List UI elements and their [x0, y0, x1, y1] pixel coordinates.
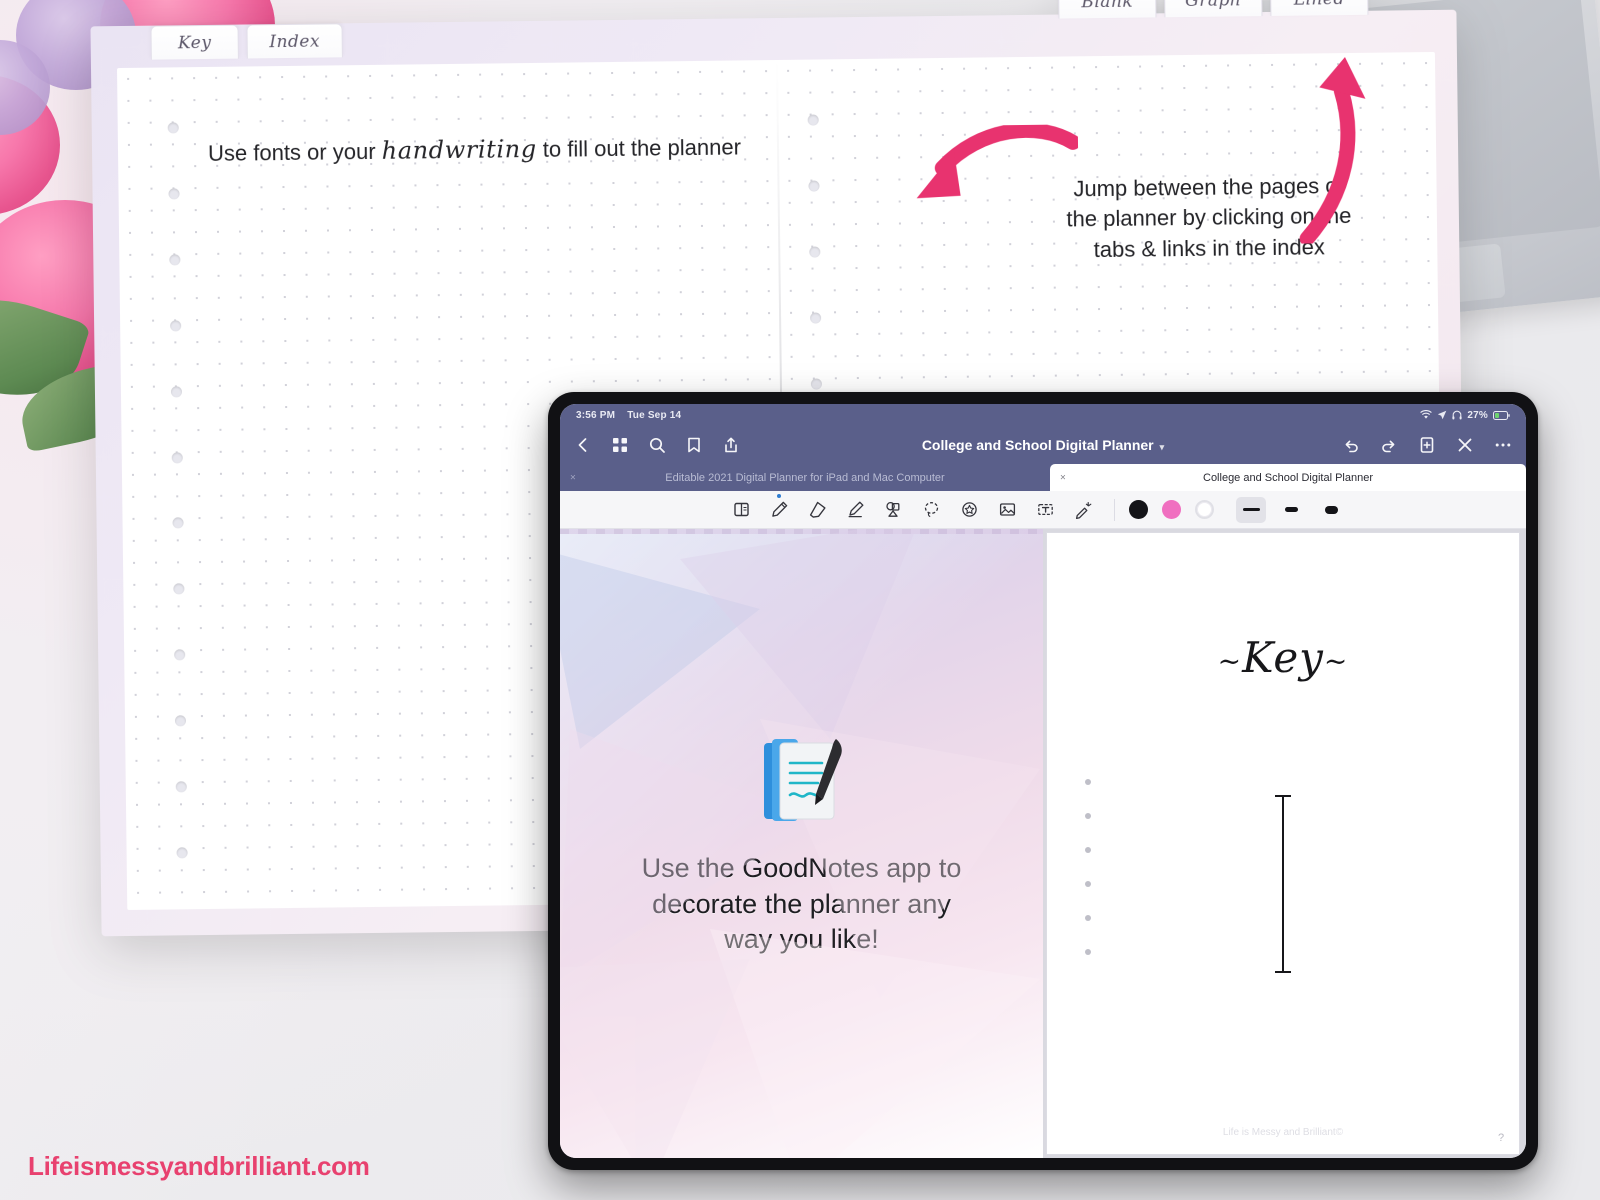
document-tabs-bar: × Editable 2021 Digital Planner for iPad… — [560, 464, 1526, 491]
add-page-icon[interactable] — [1418, 436, 1436, 454]
color-swatch-pink[interactable] — [1162, 500, 1181, 519]
stroke-width-thick[interactable] — [1316, 497, 1346, 523]
goodnotes-toolbar — [560, 491, 1526, 529]
toolbar-divider — [1114, 498, 1115, 521]
back-chevron-icon[interactable] — [574, 436, 592, 454]
goodnotes-nav-bar: College and School Digital Planner ▾ — [560, 426, 1526, 464]
headline-part1: Use fonts or your — [207, 138, 382, 166]
key-title-text: Key — [1242, 633, 1324, 682]
key-bullet-dots — [1085, 779, 1091, 955]
goodnotes-app-icon — [750, 729, 854, 833]
ipad-screen: 3:56 PM Tue Sep 14 27% College and Schoo… — [560, 404, 1526, 1158]
battery-percent: 27% — [1467, 409, 1488, 421]
highlighter-icon[interactable] — [838, 495, 872, 525]
planner-tab-graph[interactable]: Graph — [1164, 0, 1263, 18]
sticker-icon[interactable] — [952, 495, 986, 525]
thumbnail-grid-icon[interactable] — [611, 436, 629, 454]
battery-icon — [1493, 410, 1510, 420]
planner-tab-key[interactable]: Key — [150, 24, 239, 60]
page-canvas[interactable]: Use the GoodNotes app to decorate the pl… — [560, 529, 1526, 1158]
swash-left: ~ — [1217, 644, 1243, 678]
headline-script-word: handwriting — [381, 134, 537, 165]
redo-icon[interactable] — [1380, 436, 1398, 454]
close-icon[interactable] — [1456, 436, 1474, 454]
document-title-text: College and School Digital Planner — [921, 437, 1154, 453]
key-page[interactable]: ~Key~ Life is Messy and Brilliant© ? — [1046, 532, 1520, 1155]
arrow-left-icon — [916, 124, 1079, 199]
stroke-width-thin[interactable] — [1236, 496, 1266, 523]
bookmark-icon[interactable] — [685, 436, 703, 454]
stroke-width-options — [1236, 496, 1346, 523]
ios-status-bar: 3:56 PM Tue Sep 14 27% — [560, 404, 1526, 426]
search-icon[interactable] — [648, 436, 666, 454]
more-options-icon[interactable] — [1494, 436, 1512, 454]
laser-pointer-icon[interactable] — [1066, 495, 1100, 525]
stroke-width-medium[interactable] — [1276, 497, 1306, 523]
document-tab-inactive[interactable]: × Editable 2021 Digital Planner for iPad… — [560, 464, 1050, 491]
color-swatches — [1129, 500, 1214, 519]
key-page-title: ~Key~ — [1218, 633, 1349, 682]
shapes-icon[interactable] — [876, 495, 910, 525]
location-icon — [1437, 410, 1447, 420]
eraser-icon[interactable] — [800, 495, 834, 525]
arrow-right-icon — [1299, 57, 1366, 244]
status-date: Tue Sep 14 — [627, 409, 682, 421]
ipad-device: 3:56 PM Tue Sep 14 27% College and Schoo… — [548, 392, 1538, 1170]
site-watermark: Lifeismessyandbrilliant.com — [28, 1151, 370, 1181]
color-swatch-white[interactable] — [1195, 500, 1214, 519]
status-time: 3:56 PM — [576, 409, 616, 421]
tab-close-icon[interactable]: × — [1060, 472, 1066, 483]
page-footer-credit: Life is Messy and Brilliant© — [1222, 1127, 1344, 1138]
document-tab-label: College and School Digital Planner — [1203, 471, 1373, 484]
lasso-icon[interactable] — [914, 495, 948, 525]
document-tab-label: Editable 2021 Digital Planner for iPad a… — [665, 471, 945, 484]
color-swatch-black[interactable] — [1129, 500, 1148, 519]
triangle-decoration — [560, 959, 750, 1158]
document-tab-active[interactable]: × College and School Digital Planner — [1050, 464, 1526, 491]
image-icon[interactable] — [990, 495, 1024, 525]
help-icon[interactable]: ? — [1493, 1130, 1509, 1146]
planner-tab-lined[interactable]: Lined — [1270, 0, 1369, 16]
planner-tab-blank[interactable]: Blank — [1058, 0, 1157, 19]
tab-close-icon[interactable]: × — [570, 472, 576, 483]
swash-right: ~ — [1323, 644, 1349, 678]
key-vertical-rule — [1275, 795, 1291, 973]
promo-page[interactable]: Use the GoodNotes app to decorate the pl… — [560, 529, 1043, 1158]
headphones-icon — [1452, 410, 1462, 420]
planner-tab-index[interactable]: Index — [246, 23, 343, 59]
desk-background: Key Index Blank Graph Lined Use fonts or… — [0, 0, 1600, 1200]
share-icon[interactable] — [722, 436, 740, 454]
page-panel-icon[interactable] — [724, 495, 758, 525]
headline-part2: to fill out the planner — [536, 134, 742, 162]
wifi-icon — [1420, 410, 1433, 420]
pen-icon[interactable] — [762, 495, 796, 525]
chevron-down-icon: ▾ — [1159, 442, 1165, 452]
undo-icon[interactable] — [1342, 436, 1360, 454]
text-box-icon[interactable] — [1028, 495, 1062, 525]
